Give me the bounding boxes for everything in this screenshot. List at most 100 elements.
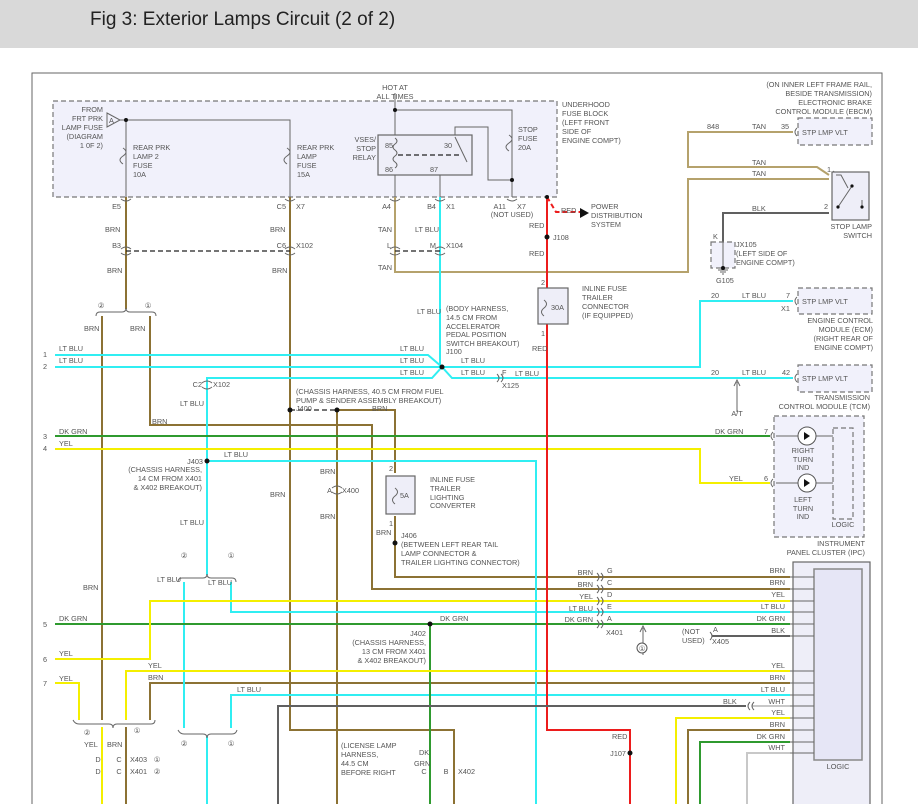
fuse-block-label: 87 [430,165,438,174]
fuse-block-label: HOT AT [382,83,408,92]
trailer-fuse-30a-label: INLINE FUSE [582,284,627,293]
fuse-block-label: LAMP FUSE [62,123,103,132]
fuse-block-label: 20A [518,143,531,152]
ecm-label: ENGINE CONTROL [807,316,873,325]
trailer-fuse-30a-label: 2 [541,278,545,287]
wire-color-label: LT BLU [415,225,439,234]
ebcm-label: BESIDE TRANSMISSION) [785,89,872,98]
note-marker: ② [84,728,91,737]
wire-color-label: BRN [152,417,167,426]
wire-color-label: BRN [107,740,122,749]
fuse-block-label: LAMP [297,152,317,161]
line-number: 2 [43,362,47,371]
wire-color-label: LT BLU [417,307,441,316]
line-number: 4 [43,444,47,453]
wire-color-label: BRN [105,225,120,234]
ecm-label: ENGINE COMPT) [814,343,873,352]
splices-label: (CHASSIS HARNESS, 40.5 CM FROM FUEL [296,387,444,396]
wire-color-label: WHT [768,743,785,752]
stop-lamp-switch-label: 1 [827,165,831,174]
tcm-label: 42 [782,368,790,377]
wire-color-label: DK GRN [715,427,743,436]
connectors-label: C [116,767,121,776]
connectors-label: X7 [296,202,305,211]
fuse-block-label: 15A [297,170,310,179]
ipc-label: 7 [764,427,768,436]
connectors-label: C [421,767,426,776]
ground-label: ENGINE COMPT) [736,258,795,267]
wire-color-label: LT BLU [400,368,424,377]
trailer-fuse-5a-label: TRAILER [430,484,461,493]
wire-color-label: BRN [376,528,391,537]
splices-label: (CHASSIS HARNESS, [352,638,426,647]
wire-color-label: RED [529,221,544,230]
splices-label: 44.5 CM [341,759,369,768]
wire-color-label: LT BLU [461,356,485,365]
wire-color-label: LT BLU [515,369,539,378]
trailer-fuse-5a-label: 5A [400,491,409,500]
tcm-label: 20 [711,368,719,377]
splices-label: J108 [553,233,569,242]
note-marker: ① [145,301,152,310]
tcm-label: A/T [731,409,743,418]
wire-color-label: LT BLU [742,291,766,300]
connectors-label: A [713,625,718,634]
wire-color-label: BRN [270,490,285,499]
fuse-block-label: REAR PRK [133,143,170,152]
splices-label: BEFORE RIGHT [341,768,396,777]
fuse-block-label: FUSE [133,161,153,170]
connectors-label: C2 [193,380,202,389]
wire-color-label: DK GRN [757,614,785,623]
trailer-fuse-30a-label: CONNECTOR [582,302,629,311]
wire-color-label: YEL [729,474,743,483]
fuse-block-label: 30 [444,141,452,150]
connectors-label: F [502,368,507,377]
wire-color-label: DK GRN [440,614,468,623]
wire-color-label: YEL [59,649,73,658]
connectors-label: G [607,566,613,575]
connectors-label: X1 [446,202,455,211]
wire-color-label: BRN [770,566,785,575]
ground-label: K [713,232,718,241]
ipc-label: IND [797,463,810,472]
connectors-label: L [387,241,391,250]
note-marker: ② [154,767,161,776]
connectors-label: (NOT [682,627,700,636]
connectors-label: B4 [427,202,436,211]
connectors-label: B [444,767,449,776]
connectors-label: A4 [382,202,391,211]
fuse-block-label: 10A [133,170,146,179]
note-marker: ① [228,551,235,560]
splices-label: J402 [410,629,426,638]
wire-color-label: BRN [372,404,387,413]
wire-color-label: BLK [752,204,766,213]
splices-label: LAMP CONNECTOR & [401,549,477,558]
ground-label: G105 [716,276,734,285]
ipc-logic-box [832,427,854,520]
ecm-label: X1 [781,304,790,313]
wire-color-label: YEL [771,590,785,599]
splices-label: (CHASSIS HARNESS, [128,465,202,474]
wire-color-label: BRN [148,673,163,682]
connectors-label: X405 [712,637,729,646]
trailer-fuse-30a-label: 30A [551,303,564,312]
note-marker: ① [228,739,235,748]
splices-label: & X402 BREAKOUT) [133,483,202,492]
fuse-block-label: STOP [518,125,538,134]
wire-color-label: BRN [272,266,287,275]
wire-color-label: DK [419,748,429,757]
connectors-label: C5 [277,202,286,211]
wire-color-label: YEL [771,708,785,717]
fuse-block-label: FUSE BLOCK [562,109,608,118]
trailer-fuse-30a-label: (IF EQUIPPED) [582,311,633,320]
wire-color-label: BRN [578,568,593,577]
trailer-fuse-30a-label: TRAILER [582,293,613,302]
fuse-block-label: ENGINE COMPT) [562,136,621,145]
wire-color-label: YEL [771,661,785,670]
wire-color-label: LT BLU [180,518,204,527]
splices-label: 14.5 CM FROM [446,313,497,322]
connectors-label: (NOT USED) [491,210,533,219]
connectors-label: USED) [682,636,705,645]
stop-lamp-switch-label: SWITCH [843,231,872,240]
wire-color-label: DK GRN [59,427,87,436]
